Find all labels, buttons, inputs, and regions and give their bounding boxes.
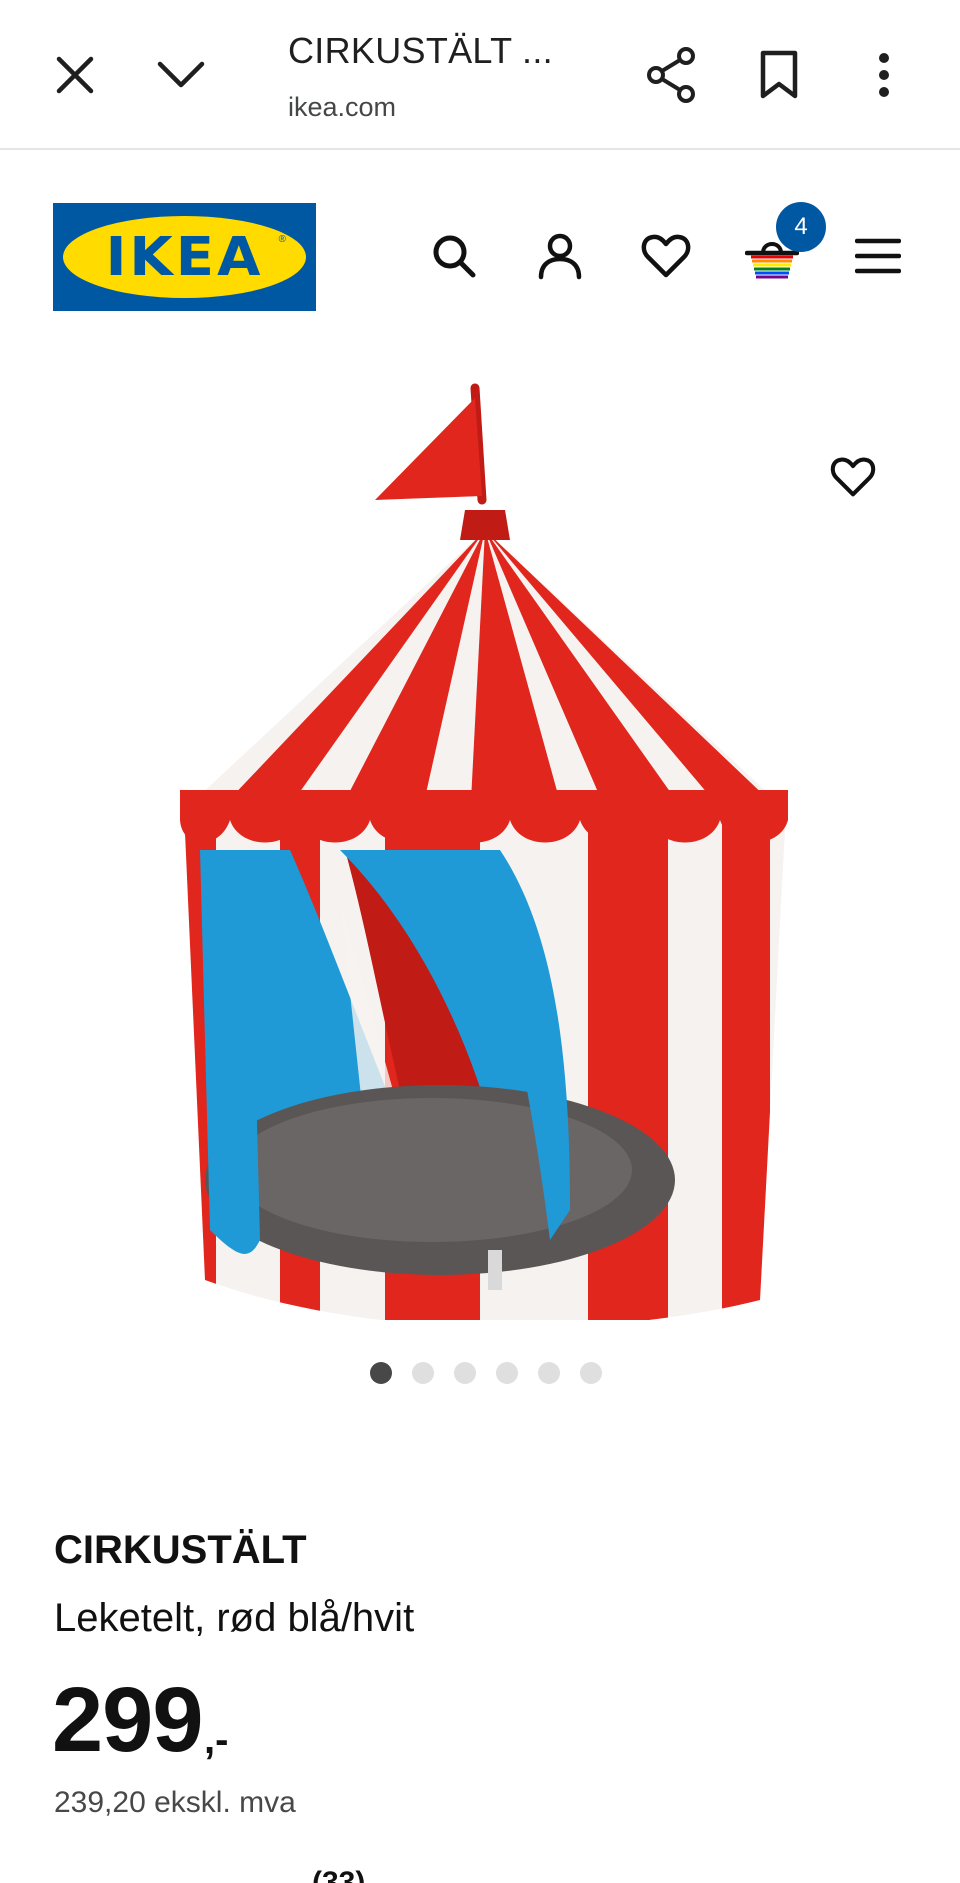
product-image[interactable] [170,380,800,1328]
registered-mark: ® [278,234,286,245]
browser-toolbar: CIRKUSTÄLT ... ikea.com [0,0,960,150]
product-price: 299 [52,1669,203,1771]
carousel-dot[interactable] [370,1362,392,1384]
close-icon[interactable] [44,44,106,106]
logo-text: IKEA [105,226,264,288]
search-icon[interactable] [424,226,484,286]
logo-oval: IKEA ® [63,216,306,298]
account-icon[interactable] [530,226,590,286]
product-description: Leketelt, rød blå/hvit [54,1596,415,1640]
heart-icon[interactable] [636,226,696,286]
price-suffix: ,- [204,1718,229,1762]
share-icon[interactable] [640,44,702,106]
heart-icon [830,457,876,497]
cart-count-badge: 4 [776,202,826,252]
rating-count[interactable]: (33) [54,1866,365,1883]
product-name: CIRKUSTÄLT [54,1528,307,1572]
carousel-dot[interactable] [496,1362,518,1384]
carousel-dot[interactable] [538,1362,560,1384]
menu-icon[interactable] [848,226,908,286]
add-to-favourites-button[interactable] [822,446,884,508]
review-count: (33) [312,1866,366,1883]
ikea-logo[interactable]: IKEA ® [53,203,316,311]
price-excl-vat: 239,20 ekskl. mva [54,1786,296,1819]
carousel-dot[interactable] [580,1362,602,1384]
bookmark-icon[interactable] [748,44,810,106]
chevron-down-icon[interactable] [150,44,212,106]
more-vert-icon[interactable] [856,44,912,106]
page-title: CIRKUSTÄLT ... [288,30,553,71]
image-carousel-indicator [0,1362,960,1384]
carousel-dot[interactable] [454,1362,476,1384]
page-url: ikea.com [288,92,397,122]
carousel-dot[interactable] [412,1362,434,1384]
site-header: IKEA ® 4 [0,150,960,330]
